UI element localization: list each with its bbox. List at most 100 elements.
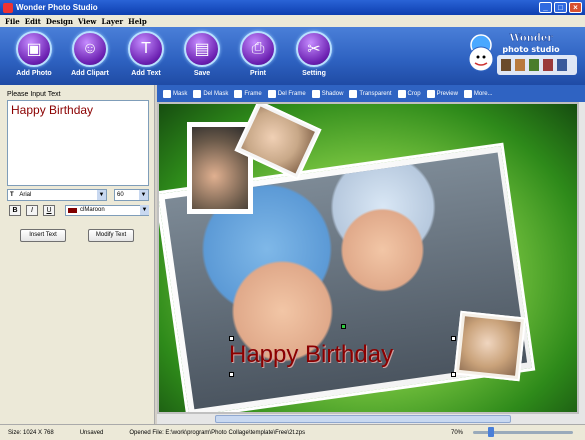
add-text-icon: T bbox=[128, 31, 164, 67]
add-photo-button[interactable]: ▣ Add Photo bbox=[4, 31, 64, 83]
frame-button[interactable]: Frame bbox=[234, 89, 262, 98]
add-photo-label: Add Photo bbox=[16, 70, 52, 77]
menu-design[interactable]: Design bbox=[46, 17, 73, 26]
font-name-value: Arial bbox=[19, 192, 32, 198]
menu-file[interactable]: File bbox=[5, 17, 20, 26]
text-color-value: clMaroon bbox=[80, 207, 105, 213]
crop-label: Crop bbox=[407, 90, 421, 97]
print-button[interactable]: ⎙ Print bbox=[228, 31, 288, 83]
crop-button[interactable]: Crop bbox=[397, 89, 421, 98]
minimize-button[interactable]: _ bbox=[539, 2, 552, 13]
maximize-button[interactable]: □ bbox=[554, 2, 567, 13]
preview-label: Preview bbox=[436, 90, 458, 97]
save-icon: ▤ bbox=[184, 31, 220, 67]
wonder-photo-studio-logo: Wonder photo studio bbox=[468, 33, 577, 75]
zoom-slider-thumb[interactable] bbox=[488, 427, 494, 437]
chevron-down-icon: ▼ bbox=[140, 205, 149, 215]
menu-edit[interactable]: Edit bbox=[25, 17, 41, 26]
more-icon bbox=[463, 89, 472, 98]
text-input[interactable]: Happy Birthday bbox=[7, 100, 149, 186]
del-frame-label: Del Frame bbox=[277, 90, 306, 97]
italic-button[interactable]: I bbox=[26, 205, 38, 216]
resize-handle[interactable] bbox=[451, 336, 456, 341]
add-clipart-label: Add Clipart bbox=[71, 70, 109, 77]
setting-icon: ✂ bbox=[296, 31, 332, 67]
shadow-label: Shadow bbox=[321, 90, 344, 97]
mask-icon bbox=[163, 89, 171, 98]
menu-help[interactable]: Help bbox=[128, 17, 147, 26]
small-photo-frame-3[interactable] bbox=[453, 310, 527, 382]
canvas-caption-text[interactable]: Happy Birthday bbox=[229, 341, 393, 369]
font-icon: T bbox=[10, 192, 14, 198]
add-photo-icon: ▣ bbox=[16, 31, 52, 67]
title-bar: Wonder Photo Studio _ □ × bbox=[0, 0, 585, 15]
add-text-label: Add Text bbox=[131, 70, 161, 77]
del-frame-button[interactable]: Del Frame bbox=[267, 89, 306, 98]
save-button[interactable]: ▤ Save bbox=[172, 31, 232, 83]
modify-text-button[interactable]: Modify Text bbox=[88, 229, 134, 242]
transparent-label: Transparent bbox=[359, 90, 392, 97]
mask-button[interactable]: Mask bbox=[163, 89, 188, 98]
text-panel: Please Input Text Happy Birthday T Arial… bbox=[0, 85, 155, 425]
canvas-area: Happy Birthday bbox=[157, 102, 585, 424]
app-icon bbox=[3, 2, 13, 13]
rotate-handle[interactable] bbox=[341, 324, 346, 329]
menu-layer[interactable]: Layer bbox=[101, 17, 123, 26]
chevron-down-icon: ▼ bbox=[139, 190, 148, 200]
del-frame-icon bbox=[267, 89, 276, 98]
menu-view[interactable]: View bbox=[78, 17, 96, 26]
resize-handle[interactable] bbox=[451, 372, 456, 377]
add-text-button[interactable]: T Add Text bbox=[116, 31, 176, 83]
more-button[interactable]: More... bbox=[463, 89, 493, 98]
bold-button[interactable]: B bbox=[9, 205, 21, 216]
more-label: More... bbox=[473, 90, 493, 97]
insert-text-button[interactable]: Insert Text bbox=[20, 229, 66, 242]
svg-text:Wonder: Wonder bbox=[509, 33, 554, 44]
collage-canvas[interactable]: Happy Birthday bbox=[159, 104, 577, 412]
status-saved: Unsaved bbox=[79, 429, 104, 436]
underline-button[interactable]: U bbox=[43, 205, 55, 216]
image-toolbar: Mask Del Mask Frame Del Frame Shadow Tra… bbox=[157, 85, 585, 102]
add-clipart-button[interactable]: ☺ Add Clipart bbox=[60, 31, 120, 83]
setting-button[interactable]: ✂ Setting bbox=[284, 31, 344, 83]
transparent-button[interactable]: Transparent bbox=[349, 89, 392, 98]
horizontal-scrollbar[interactable] bbox=[157, 414, 585, 424]
font-size-value: 60 bbox=[117, 192, 124, 198]
color-swatch bbox=[68, 208, 77, 213]
resize-handle[interactable] bbox=[229, 372, 234, 377]
chevron-down-icon: ▼ bbox=[97, 190, 106, 200]
horizontal-scroll-thumb[interactable] bbox=[215, 415, 511, 423]
resize-handle[interactable] bbox=[229, 336, 234, 341]
print-icon: ⎙ bbox=[240, 31, 276, 67]
status-size: Size: 1024 X 768 bbox=[8, 429, 54, 436]
menu-bar: File Edit Design View Layer Help bbox=[0, 15, 585, 27]
crop-icon bbox=[397, 89, 406, 98]
svg-text:photo studio: photo studio bbox=[502, 45, 560, 54]
frame-icon bbox=[234, 89, 243, 98]
save-label: Save bbox=[193, 70, 211, 77]
transparent-icon bbox=[349, 89, 358, 98]
text-color-select[interactable]: clMaroon ▼ bbox=[65, 205, 149, 216]
del-mask-button[interactable]: Del Mask bbox=[193, 89, 229, 98]
shadow-button[interactable]: Shadow bbox=[311, 89, 344, 98]
main-toolbar: ▣ Add Photo ☺ Add Clipart T Add Text ▤ S… bbox=[0, 27, 585, 85]
status-bar: Size: 1024 X 768 Unsaved Opened File: E:… bbox=[0, 424, 585, 440]
font-size-select[interactable]: 60 ▼ bbox=[114, 189, 149, 201]
vertical-scrollbar[interactable] bbox=[579, 102, 585, 414]
font-name-select[interactable]: T Arial ▼ bbox=[7, 189, 107, 201]
print-label: Print bbox=[250, 70, 266, 77]
mask-label: Mask bbox=[173, 90, 188, 97]
status-opened-file: Opened File: E:\work\program\Photo Colla… bbox=[129, 429, 306, 436]
preview-icon bbox=[426, 89, 435, 98]
zoom-level: 70% bbox=[450, 429, 463, 436]
text-prompt-label: Please Input Text bbox=[7, 91, 61, 98]
close-button[interactable]: × bbox=[569, 2, 582, 13]
del-mask-label: Del Mask bbox=[203, 90, 229, 97]
del-mask-icon bbox=[193, 89, 202, 98]
shadow-icon bbox=[311, 89, 320, 98]
zoom-slider[interactable] bbox=[473, 427, 573, 437]
add-clipart-icon: ☺ bbox=[72, 31, 108, 67]
frame-label: Frame bbox=[244, 90, 262, 97]
setting-label: Setting bbox=[302, 70, 326, 77]
preview-button[interactable]: Preview bbox=[426, 89, 458, 98]
